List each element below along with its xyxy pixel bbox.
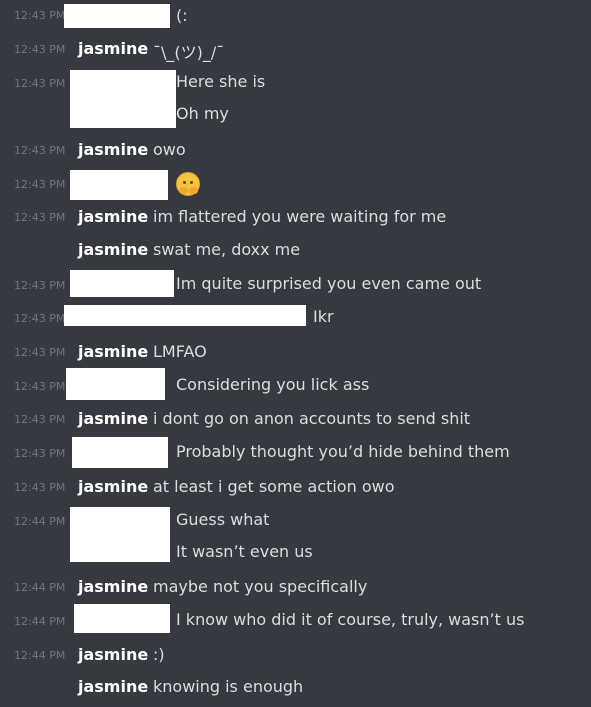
message-timestamp: 12:43 PM [14,9,66,22]
author-name[interactable]: jasmine [78,477,148,496]
redacted-username [64,4,170,28]
author-name[interactable]: jasmine [78,677,148,696]
message-text: owo [153,140,186,159]
author-name[interactable]: jasmine [78,39,148,58]
message-timestamp: 12:44 PM [14,581,66,594]
message-text: at least i get some action owo [153,477,395,496]
redacted-username [70,70,176,128]
message-timestamp: 12:43 PM [14,346,66,359]
redacted-username [70,507,170,562]
redacted-username [74,604,170,633]
author-name[interactable]: jasmine [78,577,148,596]
message-timestamp: 12:43 PM [14,211,66,224]
message-timestamp: 12:43 PM [14,413,66,426]
message-timestamp: 12:44 PM [14,615,66,628]
message-text: Oh my [176,104,229,123]
message-timestamp: 12:43 PM [14,380,66,393]
message-text: im flattered you were waiting for me [153,207,447,226]
author-name[interactable]: jasmine [78,240,148,259]
message-text: i dont go on anon accounts to send shit [153,409,471,428]
message-text: (: [176,6,188,25]
message-text: I know who did it of course, truly, wasn… [176,610,525,629]
message-text: LMFAO [153,342,207,361]
author-name[interactable]: jasmine [78,409,148,428]
message-text: Im quite surprised you even came out [176,274,482,293]
message-text: swat me, doxx me [153,240,301,259]
message-text: Here she is [176,72,266,91]
message-text: :) [153,645,165,664]
redacted-username [70,270,174,297]
redacted-username [64,305,306,326]
author-name[interactable]: jasmine [78,140,148,159]
message-text: Ikr [313,307,334,326]
message-timestamp: 12:44 PM [14,649,66,662]
message-timestamp: 12:43 PM [14,178,66,191]
author-name[interactable]: jasmine [78,342,148,361]
author-name[interactable]: jasmine [78,645,148,664]
redacted-username [72,437,168,468]
hugging-face-emoji-icon [176,172,200,196]
message-text: It wasn’t even us [176,542,313,561]
message-text: ¯\_(ツ)_/¯ [153,43,225,62]
message-text: maybe not you specifically [153,577,368,596]
message-text: Considering you lick ass [176,375,370,394]
message-timestamp: 12:44 PM [14,515,66,528]
message-text: knowing is enough [153,677,304,696]
message-timestamp: 12:43 PM [14,312,66,325]
message-timestamp: 12:43 PM [14,447,66,460]
message-timestamp: 12:43 PM [14,77,66,90]
message-text: Probably thought you’d hide behind them [176,442,510,461]
message-timestamp: 12:43 PM [14,43,66,56]
author-name[interactable]: jasmine [78,207,148,226]
message-timestamp: 12:43 PM [14,481,66,494]
redacted-username [70,170,168,200]
message-timestamp: 12:43 PM [14,144,66,157]
message-text: Guess what [176,510,270,529]
message-timestamp: 12:43 PM [14,279,66,292]
redacted-username [66,368,165,400]
